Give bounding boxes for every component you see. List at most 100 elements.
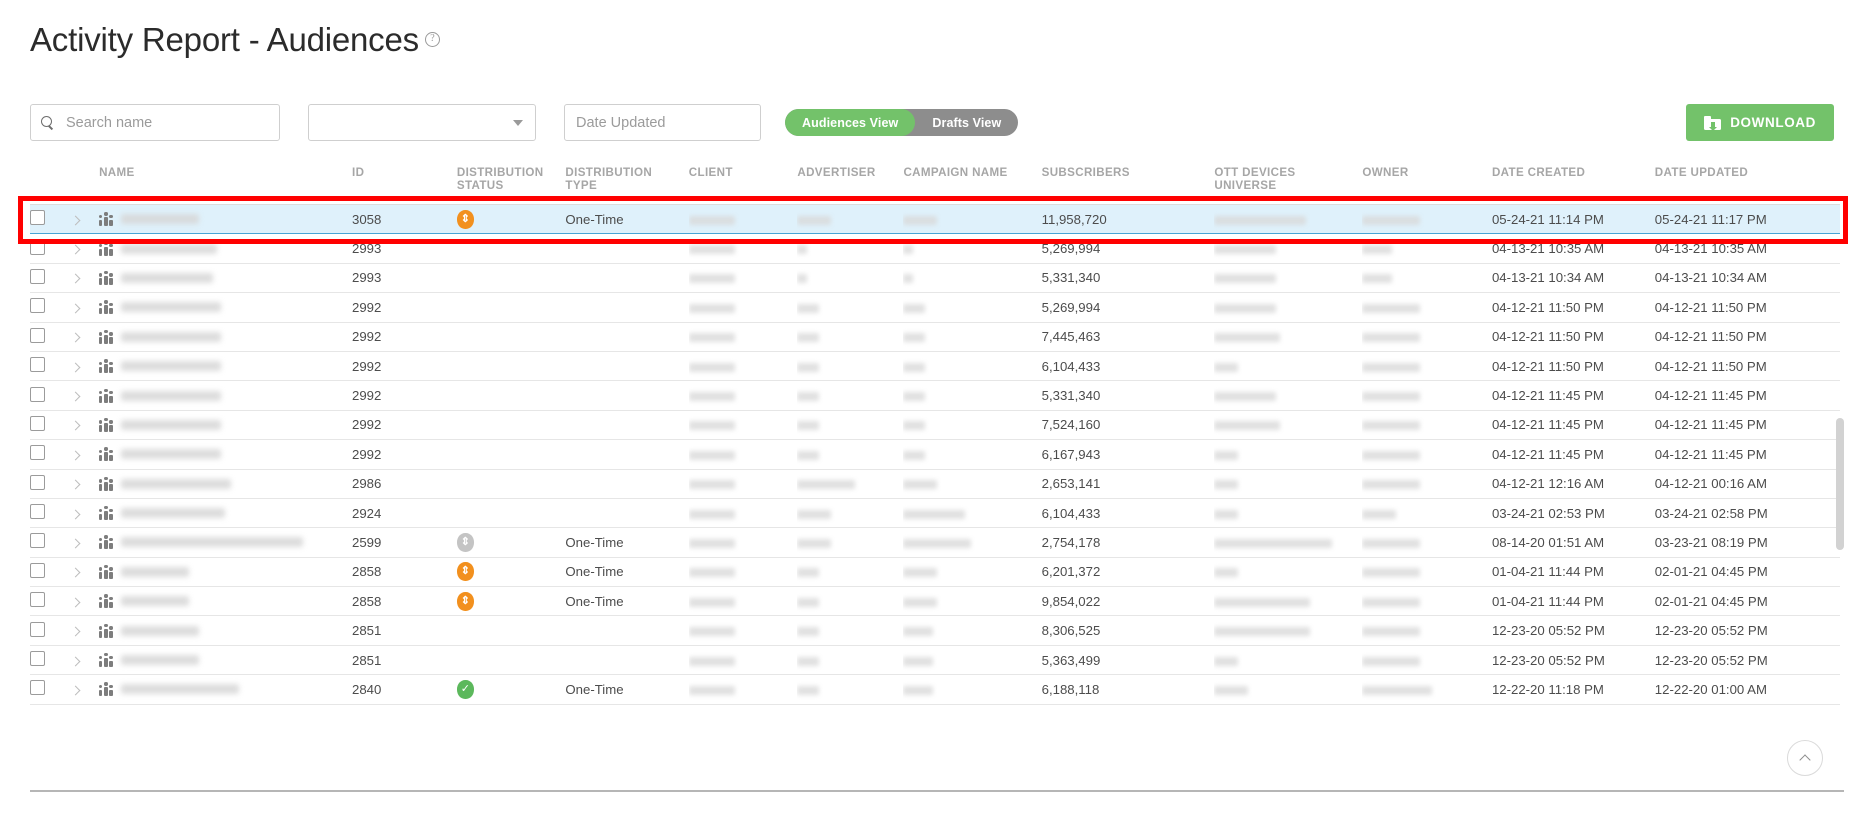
chevron-right-icon[interactable] — [71, 274, 81, 284]
column-header-date-updated[interactable]: DATE UPDATED — [1654, 160, 1840, 205]
cell-name[interactable] — [99, 674, 352, 705]
table-row[interactable]: 2992 6,104,433 04-12-21 11:50 PM 04-12-21 1… — [30, 351, 1840, 382]
row-checkbox-cell[interactable] — [30, 557, 72, 588]
row-checkbox[interactable] — [30, 268, 45, 284]
row-expand-cell[interactable] — [71, 351, 100, 382]
cell-name[interactable] — [99, 557, 352, 588]
download-button[interactable]: DOWNLOAD — [1686, 104, 1834, 141]
distribution-status-icon[interactable]: ✓ — [456, 679, 474, 699]
cell-name[interactable] — [99, 410, 352, 441]
row-checkbox[interactable] — [30, 504, 45, 520]
chevron-right-icon[interactable] — [71, 391, 81, 402]
row-checkbox[interactable] — [30, 386, 45, 402]
tab-audiences-view[interactable]: Audiences View — [785, 109, 916, 136]
column-header-client[interactable]: CLIENT — [688, 160, 798, 205]
column-header-id[interactable]: ID — [352, 160, 457, 205]
row-expand-cell[interactable] — [71, 380, 100, 411]
chevron-right-icon[interactable] — [71, 420, 81, 431]
table-row[interactable]: 2992 7,524,160 04-12-21 11:45 PM 04-12-21 1… — [30, 410, 1840, 441]
row-checkbox-cell[interactable] — [30, 469, 72, 499]
table-row[interactable]: 2858 ⇕ One-Time 9,854,022 01-04-21 11:44 PM 0… — [30, 586, 1840, 617]
cell-name[interactable] — [99, 586, 352, 617]
row-checkbox[interactable] — [30, 651, 45, 667]
row-checkbox-cell[interactable] — [30, 645, 72, 676]
cell-name[interactable] — [99, 469, 352, 499]
row-checkbox-cell[interactable] — [30, 527, 72, 558]
column-header-campaign[interactable]: CAMPAIGN NAME — [903, 160, 1042, 205]
row-expand-cell[interactable] — [71, 263, 100, 294]
row-checkbox-cell[interactable] — [30, 439, 72, 470]
scroll-to-top-button[interactable] — [1787, 740, 1823, 776]
row-expand-cell[interactable] — [71, 439, 100, 470]
column-header-date-created[interactable]: DATE CREATED — [1491, 160, 1655, 205]
row-expand-cell[interactable] — [71, 527, 100, 558]
row-checkbox-cell[interactable] — [30, 263, 72, 294]
column-header-dist-status[interactable]: DISTRIBUTION STATUS — [456, 160, 566, 205]
table-row[interactable]: 3058 ⇕ One-Time 11,958,720 05-24-21 11:14 PM… — [30, 203, 1840, 235]
cell-name[interactable] — [99, 645, 352, 676]
table-row[interactable]: 2992 5,331,340 04-12-21 11:45 PM 04-12-21 1… — [30, 380, 1840, 411]
table-vertical-scrollbar[interactable] — [1836, 418, 1844, 550]
column-header-dist-type[interactable]: DISTRIBUTION TYPE — [565, 160, 689, 205]
column-header-owner[interactable]: OWNER — [1362, 160, 1492, 205]
filter-dropdown[interactable] — [308, 104, 536, 141]
row-checkbox[interactable] — [30, 357, 45, 373]
chevron-right-icon[interactable] — [71, 303, 81, 314]
chevron-right-icon[interactable] — [71, 597, 81, 608]
cell-name[interactable] — [99, 615, 352, 646]
table-row[interactable]: 2599 ⇕ One-Time 2,754,178 08-14-20 01:51 AM 0… — [30, 527, 1840, 558]
help-icon[interactable]: ? — [424, 32, 440, 47]
chevron-right-icon[interactable] — [71, 685, 81, 696]
row-checkbox[interactable] — [30, 210, 45, 226]
table-row[interactable]: 2840 ✓ One-Time 6,188,118 12-22-20 11:18 PM 1… — [30, 674, 1840, 705]
cell-name[interactable] — [99, 204, 352, 235]
cell-name[interactable] — [99, 292, 352, 323]
row-checkbox[interactable] — [30, 533, 45, 549]
row-expand-cell[interactable] — [71, 233, 100, 264]
distribution-status-icon[interactable]: ⇕ — [456, 209, 474, 229]
search-name-field[interactable] — [30, 104, 280, 141]
cell-name[interactable] — [99, 263, 352, 294]
cell-name[interactable] — [99, 498, 352, 529]
row-expand-cell[interactable] — [71, 557, 100, 588]
row-expand-cell[interactable] — [71, 322, 100, 352]
chevron-right-icon[interactable] — [71, 567, 81, 578]
row-checkbox-cell[interactable] — [30, 322, 72, 352]
tab-drafts-view[interactable]: Drafts View — [915, 109, 1018, 136]
cell-name[interactable] — [99, 233, 352, 264]
row-checkbox-cell[interactable] — [30, 410, 72, 441]
row-checkbox-cell[interactable] — [30, 380, 72, 411]
row-checkbox-cell[interactable] — [30, 351, 72, 382]
column-header-subscribers[interactable]: SUBSCRIBERS — [1041, 160, 1215, 205]
row-checkbox-cell[interactable] — [30, 292, 72, 323]
chevron-right-icon[interactable] — [71, 450, 81, 461]
table-row[interactable]: 2993 5,331,340 04-13-21 10:34 AM 04-13-21 1… — [30, 263, 1840, 294]
chevron-right-icon[interactable] — [71, 332, 81, 343]
row-checkbox[interactable] — [30, 239, 45, 255]
row-checkbox[interactable] — [30, 298, 45, 314]
chevron-right-icon[interactable] — [71, 215, 81, 226]
row-checkbox[interactable] — [30, 680, 45, 696]
table-row[interactable]: 2858 ⇕ One-Time 6,201,372 01-04-21 11:44 PM 0… — [30, 557, 1840, 588]
row-expand-cell[interactable] — [71, 469, 100, 499]
table-row[interactable]: 2851 8,306,525 12-23-20 05:52 PM 12-23-20 0… — [30, 615, 1840, 646]
row-checkbox[interactable] — [30, 592, 45, 608]
chevron-right-icon[interactable] — [71, 244, 81, 255]
row-expand-cell[interactable] — [71, 674, 100, 705]
row-expand-cell[interactable] — [71, 410, 100, 441]
row-checkbox[interactable] — [30, 474, 45, 490]
table-row[interactable]: 2851 5,363,499 12-23-20 05:52 PM 12-23-20 0… — [30, 645, 1840, 676]
row-checkbox-cell[interactable] — [30, 233, 72, 264]
row-expand-cell[interactable] — [71, 615, 100, 646]
chevron-right-icon[interactable] — [71, 509, 81, 520]
row-checkbox[interactable] — [30, 621, 45, 637]
chevron-right-icon[interactable] — [71, 479, 81, 490]
table-row[interactable]: 2992 7,445,463 04-12-21 11:50 PM 04-12-21 1… — [30, 322, 1840, 352]
chevron-right-icon[interactable] — [71, 656, 81, 666]
table-row[interactable]: 2986 2,653,141 04-12-21 12:16 AM 04-12-21 0… — [30, 469, 1840, 499]
cell-name[interactable] — [99, 527, 352, 558]
distribution-status-icon[interactable]: ⇕ — [456, 562, 474, 582]
chevron-right-icon[interactable] — [71, 626, 81, 637]
date-updated-filter[interactable]: Date Updated — [564, 104, 761, 141]
distribution-status-icon[interactable]: ⇕ — [456, 591, 474, 611]
